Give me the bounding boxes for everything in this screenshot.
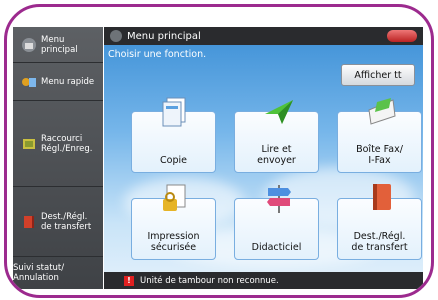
sidebar-item-label: Menu rapide	[41, 76, 95, 87]
tutorial-icon	[267, 185, 291, 213]
title-bar: Menu principal	[104, 27, 423, 45]
tile-fax-box[interactable]: Boîte Fax/ I-Fax	[337, 98, 422, 173]
book-icon	[24, 215, 34, 228]
sidebar-item-destination[interactable]: Dest./Régl. de transfert	[13, 187, 103, 257]
fax-box-icon	[368, 98, 396, 125]
warning-icon: !	[124, 275, 134, 286]
tile-label: Copie	[160, 155, 187, 166]
tile-label: Impression sécurisée	[147, 231, 200, 253]
sidebar-item-label: Raccourci Régl./Enreg.	[41, 133, 93, 154]
shortcut-icon	[23, 138, 35, 149]
show-all-button[interactable]: Afficher tt	[341, 64, 415, 86]
page-title: Menu principal	[127, 30, 201, 42]
tile-scan-send[interactable]: Lire et envoyer	[234, 100, 319, 173]
counter-button[interactable]	[387, 30, 417, 42]
sidebar-item-main-menu[interactable]: Menu principal	[13, 27, 103, 63]
device-frame: Menu principal Menu rapide Raccourci Rég…	[4, 4, 434, 298]
secure-print-icon	[163, 184, 186, 211]
tile-secure-print[interactable]: Impression sécurisée	[131, 184, 216, 260]
address-book-icon	[373, 184, 391, 210]
tile-copy[interactable]: Copie	[131, 97, 216, 173]
status-message: Unité de tambour non reconnue.	[140, 275, 279, 286]
quick-menu-icon	[22, 77, 36, 87]
main-panel: Menu principal Choisir une fonction. Aff…	[104, 27, 423, 289]
tile-label: Boîte Fax/ I-Fax	[356, 144, 403, 166]
home-icon	[22, 37, 36, 52]
instruction-text: Choisir une fonction.	[108, 49, 207, 60]
tile-label: Didacticiel	[251, 242, 302, 253]
tile-tutorial[interactable]: Didacticiel	[234, 185, 319, 260]
sidebar-item-quick-menu[interactable]: Menu rapide	[13, 63, 103, 101]
tile-label: Dest./Régl. de transfert	[351, 231, 408, 253]
sidebar-item-shortcut[interactable]: Raccourci Régl./Enreg.	[13, 101, 103, 187]
sidebar-item-label: Menu principal	[41, 34, 78, 55]
scan-send-icon	[265, 100, 293, 124]
sidebar-item-label: Dest./Régl. de transfert	[41, 211, 92, 232]
home-icon	[110, 30, 122, 42]
sidebar-item-status[interactable]: Suivi statut/ Annulation	[13, 257, 103, 289]
tile-destination-settings[interactable]: Dest./Régl. de transfert	[337, 184, 422, 260]
touch-screen: Menu principal Menu rapide Raccourci Rég…	[13, 27, 423, 289]
status-bar: ! Unité de tambour non reconnue.	[104, 272, 423, 289]
copy-icon	[162, 97, 186, 127]
tile-label: Lire et envoyer	[257, 144, 296, 166]
sidebar: Menu principal Menu rapide Raccourci Rég…	[13, 27, 103, 289]
sidebar-item-label: Suivi statut/ Annulation	[13, 263, 65, 283]
